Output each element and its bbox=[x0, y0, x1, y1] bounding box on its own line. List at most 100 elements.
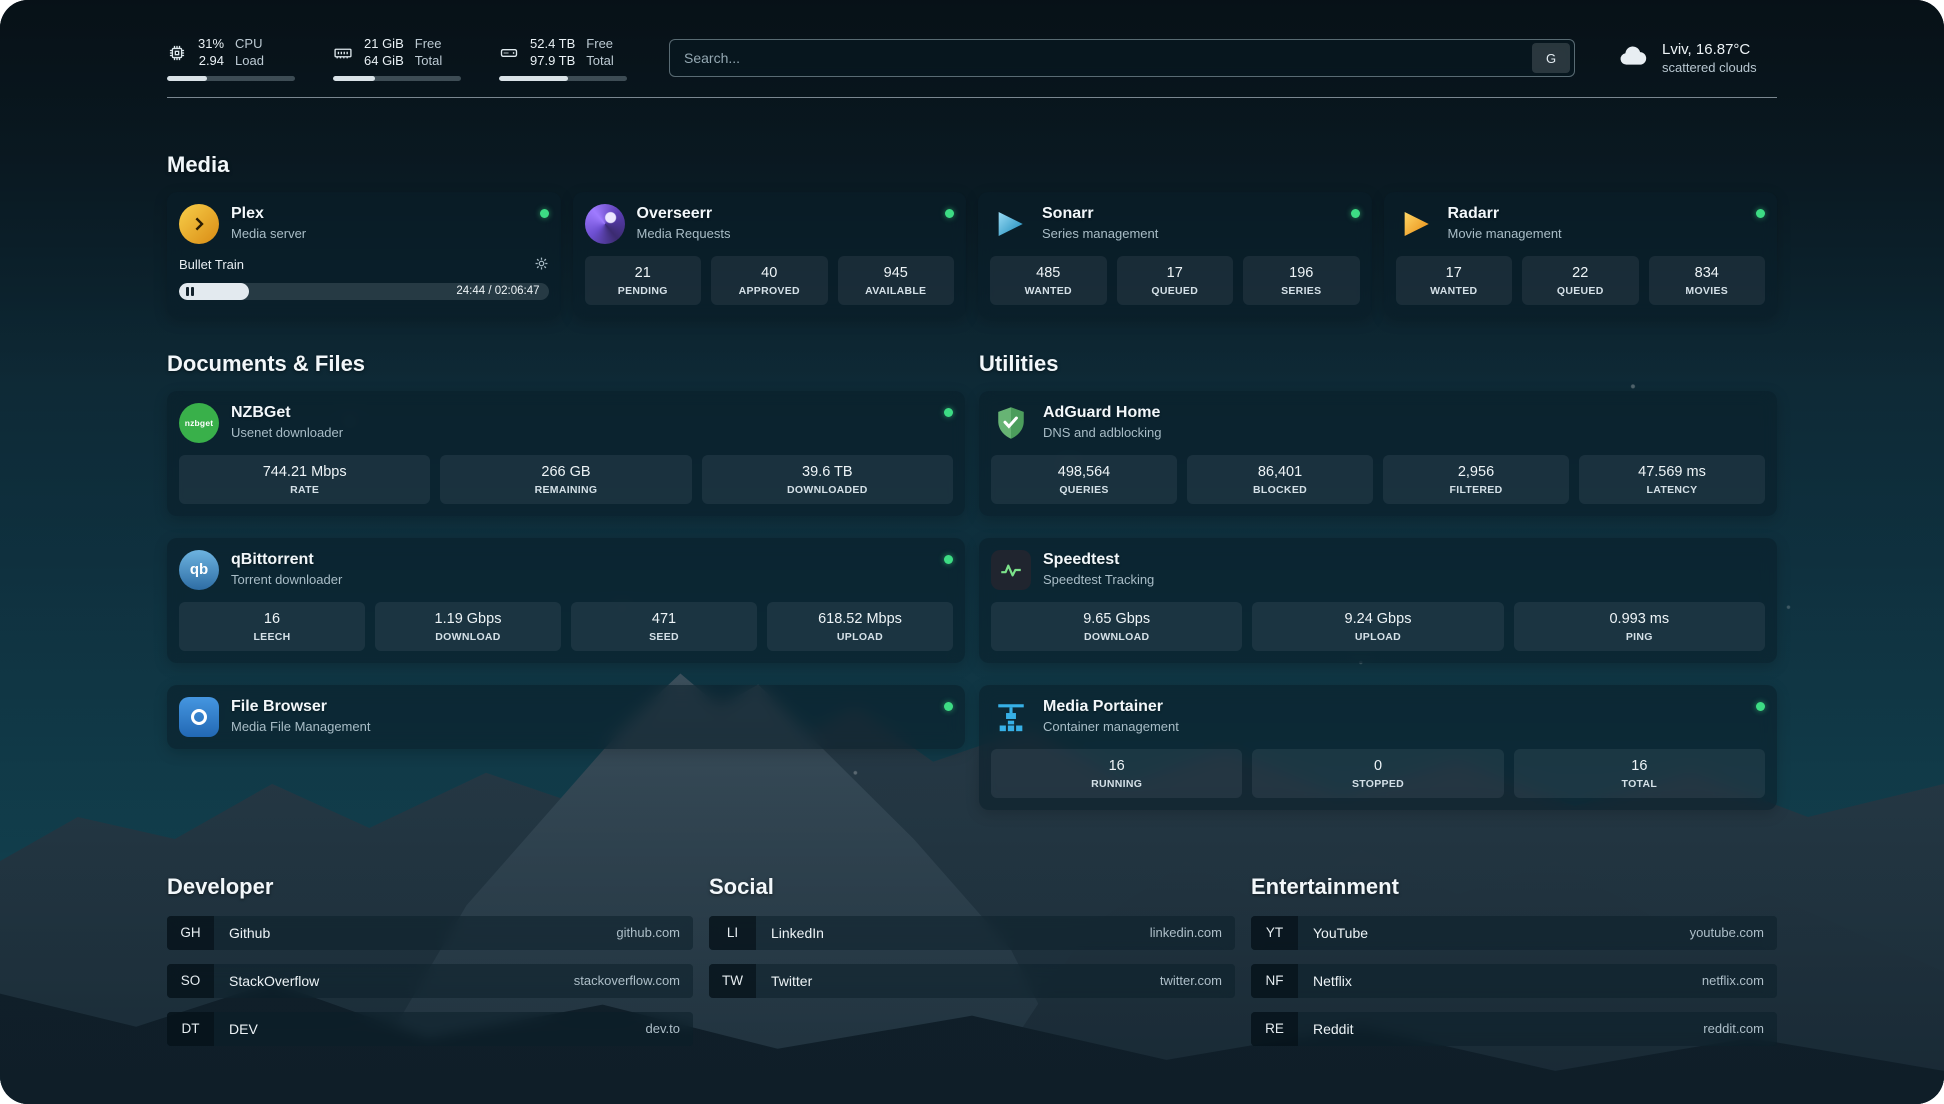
dashboard-page: 31% 2.94 CPU Load bbox=[0, 0, 1944, 1104]
utilities-column: Utilities AdGuard Home bbox=[979, 351, 1777, 810]
bookmark-url: dev.to bbox=[646, 1012, 693, 1046]
service-card-sonarr[interactable]: Sonarr Series management 485WANTED 17QUE… bbox=[978, 192, 1372, 317]
service-description: Media server bbox=[231, 226, 306, 241]
bookmark-group-social: Social LI LinkedIn linkedin.com TW Twitt… bbox=[709, 874, 1235, 1060]
bookmark-url: netflix.com bbox=[1702, 964, 1777, 998]
service-name: qBittorrent bbox=[231, 551, 342, 569]
stat-box: 196SERIES bbox=[1243, 256, 1360, 305]
qbittorrent-icon: qb bbox=[179, 550, 219, 590]
service-card-plex[interactable]: Plex Media server Bullet Train bbox=[167, 192, 561, 317]
cpu-load-label: Load bbox=[235, 53, 264, 70]
stat-box: 945AVAILABLE bbox=[838, 256, 955, 305]
cloud-icon bbox=[1617, 40, 1649, 77]
resource-widgets: 31% 2.94 CPU Load bbox=[167, 36, 627, 81]
bookmark-group-developer: Developer GH Github github.com SO StackO… bbox=[167, 874, 693, 1060]
service-card-overseerr[interactable]: Overseerr Media Requests 21PENDING 40APP… bbox=[573, 192, 967, 317]
stat-box: 0STOPPED bbox=[1252, 749, 1503, 798]
service-description: DNS and adblocking bbox=[1043, 425, 1162, 440]
section-title-documents: Documents & Files bbox=[167, 351, 965, 377]
service-name: AdGuard Home bbox=[1043, 404, 1162, 422]
bookmark-label: StackOverflow bbox=[214, 964, 574, 998]
bookmark-label: Reddit bbox=[1298, 1012, 1703, 1046]
service-card-radarr[interactable]: Radarr Movie management 17WANTED 22QUEUE… bbox=[1384, 192, 1778, 317]
bookmark-netflix[interactable]: NF Netflix netflix.com bbox=[1251, 964, 1777, 998]
dashboard-screen: 31% 2.94 CPU Load bbox=[0, 0, 1944, 1104]
stat-box: 16RUNNING bbox=[991, 749, 1242, 798]
memory-icon bbox=[333, 43, 353, 63]
disk-total-value: 97.9 TB bbox=[530, 53, 575, 70]
bookmark-linkedin[interactable]: LI LinkedIn linkedin.com bbox=[709, 916, 1235, 950]
stat-box: 22QUEUED bbox=[1522, 256, 1639, 305]
bookmark-url: linkedin.com bbox=[1150, 916, 1235, 950]
stat-box: 16TOTAL bbox=[1514, 749, 1765, 798]
section-title-developer: Developer bbox=[167, 874, 693, 900]
bookmark-url: reddit.com bbox=[1703, 1012, 1777, 1046]
status-dot-online bbox=[944, 555, 953, 564]
stat-box: 21PENDING bbox=[585, 256, 702, 305]
stat-box: 1.19 GbpsDOWNLOAD bbox=[375, 602, 561, 651]
service-card-nzbget[interactable]: nzbget NZBGet Usenet downloader 744.21 M… bbox=[167, 391, 965, 516]
service-description: Speedtest Tracking bbox=[1043, 572, 1154, 587]
memory-total-label: Total bbox=[415, 53, 442, 70]
stat-box: 498,564QUERIES bbox=[991, 455, 1177, 504]
nzbget-icon: nzbget bbox=[179, 403, 219, 443]
gear-icon bbox=[534, 256, 549, 274]
bookmark-reddit[interactable]: RE Reddit reddit.com bbox=[1251, 1012, 1777, 1046]
status-dot-online bbox=[540, 209, 549, 218]
weather-condition: scattered clouds bbox=[1662, 60, 1757, 75]
now-playing-title: Bullet Train bbox=[179, 257, 244, 272]
playback-progress: 24:44 / 02:06:47 bbox=[179, 283, 549, 300]
disk-free-label: Free bbox=[586, 36, 613, 53]
service-card-qbittorrent[interactable]: qb qBittorrent Torrent downloader 16LEEC… bbox=[167, 538, 965, 663]
bookmark-dev[interactable]: DT DEV dev.to bbox=[167, 1012, 693, 1046]
service-card-filebrowser[interactable]: File Browser Media File Management bbox=[167, 685, 965, 749]
bookmark-label: DEV bbox=[214, 1012, 646, 1046]
stat-box: 16LEECH bbox=[179, 602, 365, 651]
service-name: File Browser bbox=[231, 698, 370, 716]
stat-box: 0.993 msPING bbox=[1514, 602, 1765, 651]
filebrowser-icon bbox=[179, 697, 219, 737]
bookmark-url: github.com bbox=[616, 916, 693, 950]
bookmark-stackoverflow[interactable]: SO StackOverflow stackoverflow.com bbox=[167, 964, 693, 998]
bookmarks-grid: Developer GH Github github.com SO StackO… bbox=[167, 874, 1777, 1100]
bookmark-github[interactable]: GH Github github.com bbox=[167, 916, 693, 950]
media-card-grid: Plex Media server Bullet Train bbox=[167, 192, 1777, 317]
top-bar: 31% 2.94 CPU Load bbox=[167, 30, 1777, 98]
bookmark-twitter[interactable]: TW Twitter twitter.com bbox=[709, 964, 1235, 998]
hard-drive-icon bbox=[499, 43, 519, 63]
stat-box: 744.21 MbpsRATE bbox=[179, 455, 430, 504]
cpu-load-value: 2.94 bbox=[198, 53, 224, 70]
adguard-shield-icon bbox=[991, 403, 1031, 443]
bookmark-abbr: YT bbox=[1251, 916, 1298, 950]
bookmark-url: twitter.com bbox=[1160, 964, 1235, 998]
pause-icon[interactable] bbox=[186, 287, 194, 296]
stat-box: 86,401BLOCKED bbox=[1187, 455, 1373, 504]
service-description: Usenet downloader bbox=[231, 425, 343, 440]
cpu-widget: 31% 2.94 CPU Load bbox=[167, 36, 295, 81]
service-card-speedtest[interactable]: Speedtest Speedtest Tracking 9.65 GbpsDO… bbox=[979, 538, 1777, 663]
cpu-usage-value: 31% bbox=[198, 36, 224, 53]
cpu-progress-bar bbox=[167, 76, 295, 81]
bookmark-abbr: NF bbox=[1251, 964, 1298, 998]
search-form: G bbox=[669, 39, 1575, 77]
stat-box: 17QUEUED bbox=[1117, 256, 1234, 305]
status-dot-online bbox=[944, 408, 953, 417]
service-card-adguard[interactable]: AdGuard Home DNS and adblocking 498,564Q… bbox=[979, 391, 1777, 516]
service-description: Torrent downloader bbox=[231, 572, 342, 587]
bookmark-label: YouTube bbox=[1298, 916, 1690, 950]
service-card-portainer[interactable]: Media Portainer Container management 16R… bbox=[979, 685, 1777, 810]
status-dot-online bbox=[1351, 209, 1360, 218]
bookmark-url: youtube.com bbox=[1690, 916, 1777, 950]
service-name: Radarr bbox=[1448, 205, 1562, 223]
stat-box: 9.24 GbpsUPLOAD bbox=[1252, 602, 1503, 651]
search-provider-button[interactable]: G bbox=[1532, 43, 1570, 73]
stat-box: 40APPROVED bbox=[711, 256, 828, 305]
bookmark-youtube[interactable]: YT YouTube youtube.com bbox=[1251, 916, 1777, 950]
bookmark-label: Twitter bbox=[756, 964, 1160, 998]
disk-progress-bar bbox=[499, 76, 627, 81]
search-input[interactable] bbox=[684, 50, 1532, 66]
bookmark-abbr: DT bbox=[167, 1012, 214, 1046]
service-description: Media Requests bbox=[637, 226, 731, 241]
service-name: Sonarr bbox=[1042, 205, 1158, 223]
bookmark-label: LinkedIn bbox=[756, 916, 1150, 950]
